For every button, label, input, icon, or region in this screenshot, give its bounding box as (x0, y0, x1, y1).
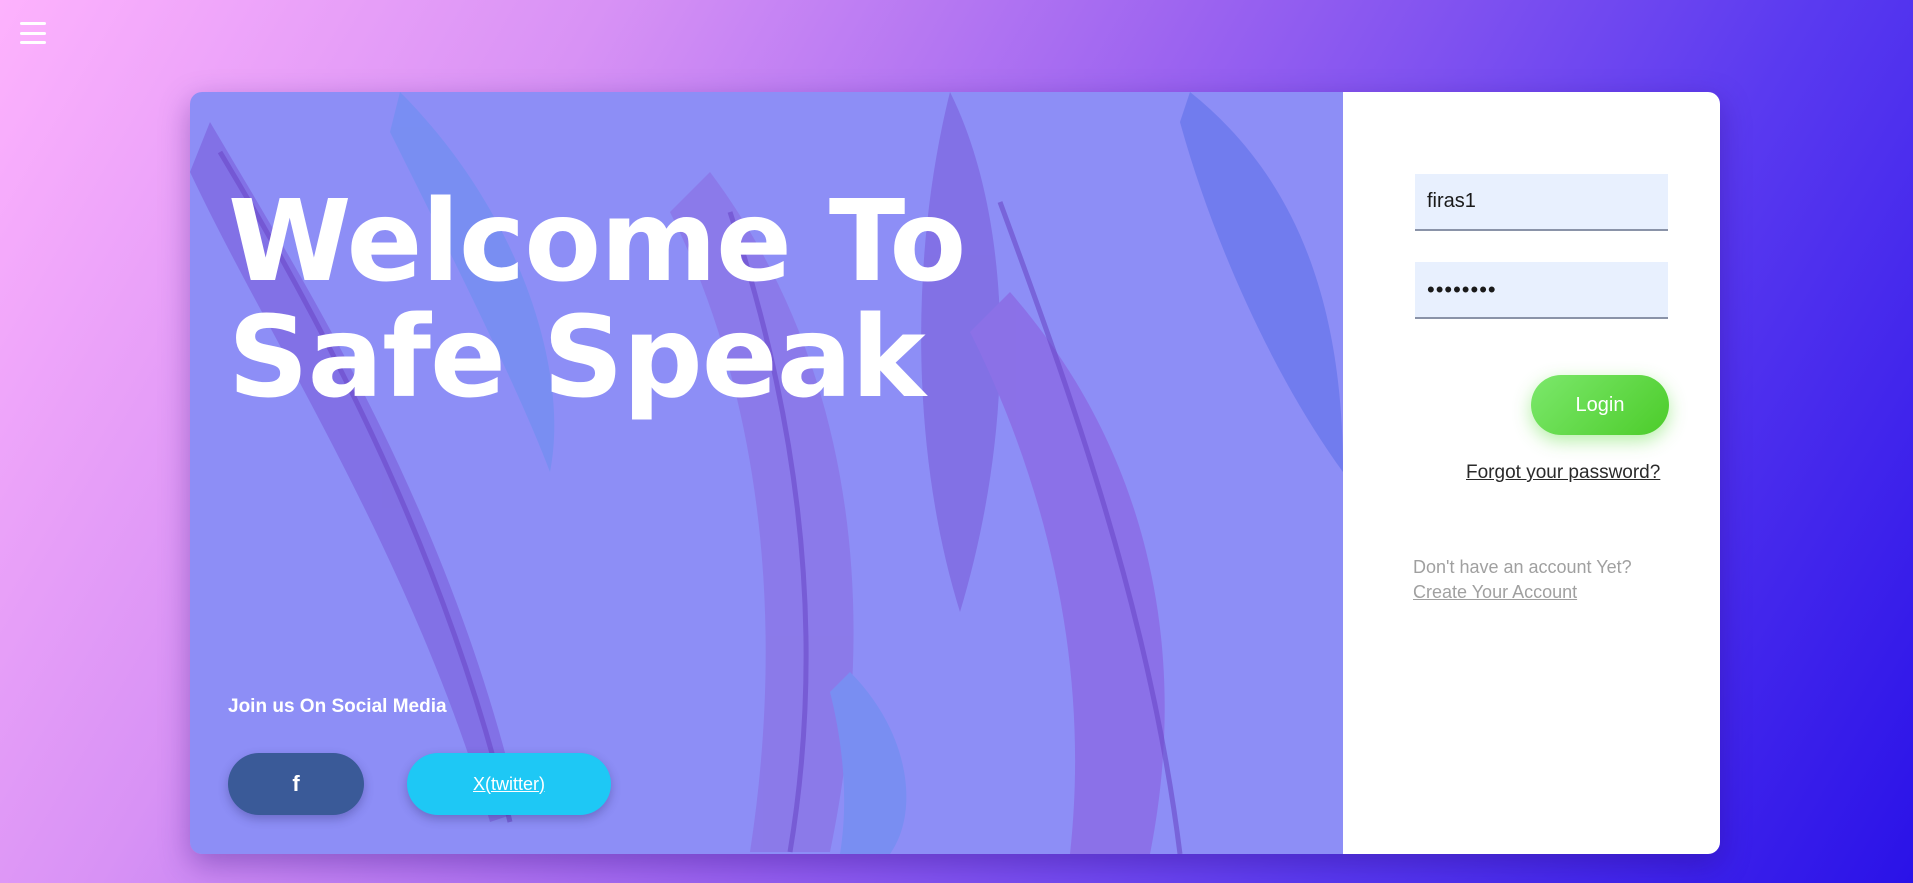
username-input[interactable] (1415, 174, 1668, 231)
forgot-password-link[interactable]: Forgot your password? (1466, 462, 1660, 484)
password-input[interactable] (1415, 262, 1668, 319)
menu-bar (20, 41, 46, 44)
login-card: Welcome To Safe Speak Join us On Social … (190, 92, 1720, 854)
welcome-heading: Welcome To Safe Speak (228, 177, 966, 423)
social-media-label: Join us On Social Media (228, 696, 447, 717)
no-account-text: Don't have an account Yet? (1413, 557, 1632, 577)
menu-bar (20, 31, 46, 35)
menu-bar (20, 22, 46, 25)
hamburger-menu-icon[interactable] (20, 20, 46, 46)
create-account-link[interactable]: Create Your Account (1413, 582, 1577, 603)
login-panel: Login Forgot your password? Don't have a… (1343, 92, 1720, 854)
facebook-icon: f (292, 771, 300, 796)
login-button[interactable]: Login (1531, 375, 1669, 435)
hero-panel: Welcome To Safe Speak Join us On Social … (190, 92, 1343, 854)
twitter-button[interactable]: X(twitter) (407, 753, 611, 815)
facebook-button[interactable]: f (228, 753, 364, 815)
